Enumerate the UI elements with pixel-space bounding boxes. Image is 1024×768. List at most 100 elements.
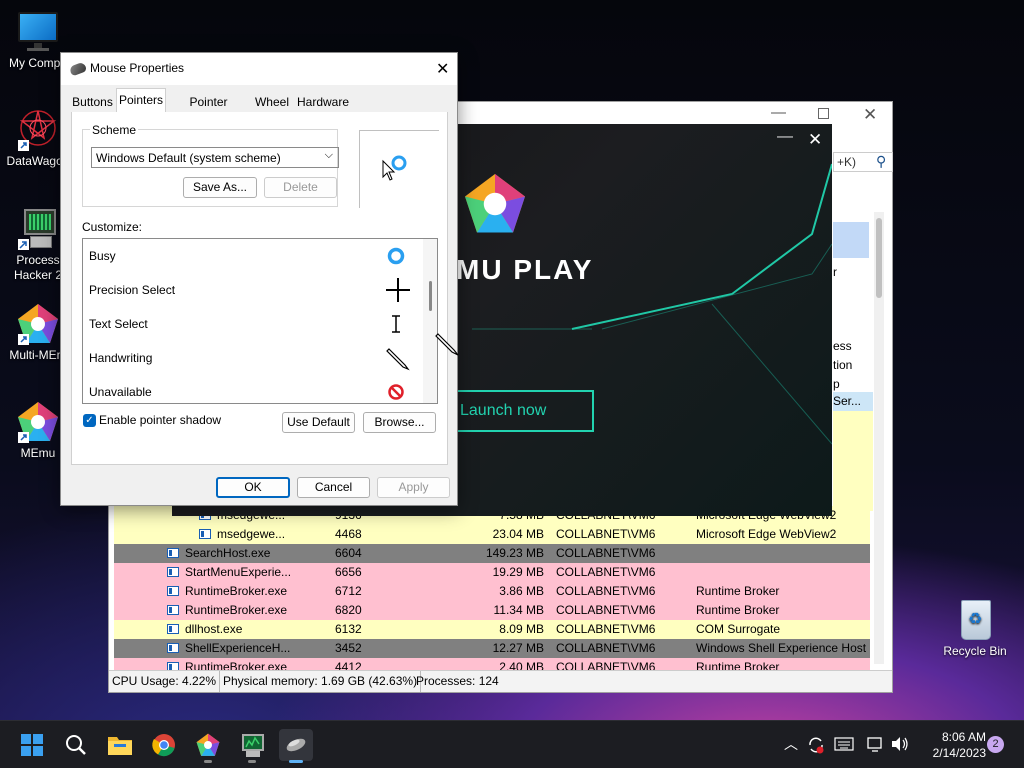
status-bar: CPU Usage: 4.22% Physical memory: 1.69 G… bbox=[109, 670, 892, 692]
datawagon-icon bbox=[16, 108, 60, 152]
close-icon[interactable]: ✕ bbox=[863, 105, 877, 125]
clock-date: 2/14/2023 bbox=[932, 746, 986, 760]
close-icon[interactable]: ✕ bbox=[808, 130, 822, 150]
cursor-row-unavailable[interactable]: Unavailable bbox=[89, 375, 429, 403]
row-fragment: r bbox=[833, 262, 871, 282]
process-hacker-icon bbox=[242, 734, 264, 757]
cancel-button[interactable]: Cancel bbox=[297, 477, 370, 498]
row-fragment: ess bbox=[833, 337, 873, 356]
shadow-checkbox[interactable]: ✓ bbox=[83, 414, 96, 427]
mouse-properties-dialog[interactable]: Mouse Properties ✕ Buttons Pointers Poin… bbox=[60, 52, 458, 506]
taskbar: ︿ 8:06 AM 2/14/2023 2 bbox=[0, 720, 1024, 768]
chrome-icon bbox=[152, 734, 175, 757]
taskbar-chrome[interactable] bbox=[147, 729, 181, 761]
minimize-icon[interactable]: — bbox=[777, 128, 793, 146]
process-name: RuntimeBroker.exe bbox=[185, 603, 288, 617]
minimize-icon[interactable]: — bbox=[771, 104, 786, 121]
tab-buttons[interactable]: Buttons bbox=[69, 90, 116, 112]
delete-button[interactable]: Delete bbox=[264, 177, 337, 198]
tab-hardware[interactable]: Hardware bbox=[295, 90, 351, 112]
process-pid: 6656 bbox=[335, 565, 362, 579]
apply-button[interactable]: Apply bbox=[377, 477, 450, 498]
unavailable-cursor-icon bbox=[388, 384, 404, 400]
table-row[interactable]: RuntimeBroker.exe 6820 11.34 MB COLLABNET\V… bbox=[114, 601, 870, 620]
save-as-button[interactable]: Save As... bbox=[183, 177, 257, 198]
notification-badge[interactable]: 2 bbox=[987, 736, 1004, 753]
table-row[interactable]: msedgewe... 4468 23.04 MB COLLABNET\VM6 Micr… bbox=[114, 525, 870, 544]
busy-cursor-icon bbox=[387, 247, 405, 265]
cursor-list[interactable]: Busy Precision Select Text Select Handwr… bbox=[82, 238, 438, 404]
use-default-button[interactable]: Use Default bbox=[282, 412, 355, 433]
memu-multi-icon bbox=[16, 302, 60, 346]
process-pid: 6132 bbox=[335, 622, 362, 636]
clock[interactable]: 8:06 AM 2/14/2023 bbox=[918, 729, 986, 761]
mouse-icon bbox=[68, 61, 88, 77]
process-description: Runtime Broker bbox=[696, 584, 780, 598]
search-button[interactable] bbox=[59, 729, 93, 761]
taskbar-process-hacker[interactable] bbox=[235, 729, 269, 763]
scheme-dropdown[interactable]: Windows Default (system scheme) ⌵ bbox=[91, 147, 339, 168]
ok-button[interactable]: OK bbox=[216, 477, 290, 498]
cursor-row-text-select[interactable]: Text Select bbox=[89, 307, 429, 341]
search-hint: +K) bbox=[837, 155, 857, 169]
monitor-icon bbox=[16, 10, 60, 54]
process-description: Runtime Broker bbox=[696, 603, 780, 617]
close-icon[interactable]: ✕ bbox=[436, 59, 449, 79]
table-row[interactable]: RuntimeBroker.exe 6712 3.86 MB COLLABNET\VM… bbox=[114, 582, 870, 601]
maximize-icon[interactable] bbox=[818, 108, 829, 119]
keyboard-icon[interactable] bbox=[834, 737, 854, 751]
process-memory: 12.27 MB bbox=[492, 641, 544, 655]
process-user: COLLABNET\VM6 bbox=[556, 527, 656, 541]
table-row[interactable]: ShellExperienceH... 3452 12.27 MB COLLABNET… bbox=[114, 639, 870, 658]
start-button[interactable] bbox=[15, 729, 49, 761]
process-count: Processes: 124 bbox=[416, 674, 499, 688]
process-memory: 19.29 MB bbox=[492, 565, 544, 579]
table-row[interactable]: SearchHost.exe 6604 149.23 MB COLLABNET\VM6 bbox=[114, 544, 870, 563]
working-cursor-preview-icon bbox=[382, 155, 407, 181]
process-memory: 149.23 MB bbox=[485, 546, 544, 560]
table-row[interactable]: StartMenuExperie... 6656 19.29 MB COLLABNET… bbox=[114, 563, 870, 582]
customize-label: Customize: bbox=[82, 220, 143, 234]
recycle-symbol-icon: ♻ bbox=[968, 611, 983, 628]
recycle-bin-icon: ♻ bbox=[953, 598, 997, 642]
mouse-icon bbox=[286, 738, 306, 752]
shadow-label: Enable pointer shadow bbox=[99, 413, 222, 427]
windows-logo-icon bbox=[21, 734, 43, 756]
browse-button[interactable]: Browse... bbox=[363, 412, 436, 433]
process-name: dllhost.exe bbox=[185, 622, 243, 636]
taskbar-memu[interactable] bbox=[191, 729, 225, 763]
cursor-row-precision-select[interactable]: Precision Select bbox=[89, 273, 429, 307]
process-memory: 11.34 MB bbox=[493, 603, 544, 617]
process-name: SearchHost.exe bbox=[185, 546, 271, 560]
tab-pointers[interactable]: Pointers bbox=[116, 88, 166, 113]
search-icon[interactable]: ⚲ bbox=[876, 153, 886, 170]
process-name: StartMenuExperie... bbox=[185, 565, 292, 579]
folder-icon bbox=[108, 737, 132, 755]
search-icon bbox=[66, 735, 86, 755]
table-row[interactable]: dllhost.exe 6132 8.09 MB COLLABNET\VM6 COM S… bbox=[114, 620, 870, 639]
volume-icon[interactable] bbox=[890, 735, 910, 753]
tab-pointer-options[interactable]: Pointer Options bbox=[168, 90, 249, 131]
tab-wheel[interactable]: Wheel bbox=[251, 90, 293, 112]
desktop-icon-recycle-bin[interactable]: ♻ Recycle Bin bbox=[937, 598, 1013, 659]
search-box[interactable]: +K) ⚲ bbox=[833, 152, 893, 172]
selected-row-highlight bbox=[833, 222, 869, 258]
cursor-row-busy[interactable]: Busy bbox=[89, 239, 429, 273]
desktop-icon-label: Recycle Bin bbox=[943, 644, 1007, 658]
memu-icon bbox=[196, 733, 220, 756]
process-name: msedgewe... bbox=[217, 527, 286, 541]
process-user: COLLABNET\VM6 bbox=[556, 546, 656, 560]
process-icon bbox=[167, 567, 179, 577]
memu-logo-icon bbox=[462, 166, 528, 245]
network-icon[interactable] bbox=[866, 735, 884, 753]
sync-alert-icon[interactable] bbox=[806, 735, 826, 755]
physical-memory: Physical memory: 1.69 GB (42.63%) bbox=[220, 671, 422, 692]
clock-time: 8:06 AM bbox=[941, 730, 986, 744]
chevron-up-icon[interactable]: ︿ bbox=[784, 734, 798, 754]
taskbar-mouse-properties[interactable] bbox=[279, 729, 313, 763]
taskbar-file-explorer[interactable] bbox=[103, 729, 137, 761]
cursor-list-scrollbar[interactable] bbox=[423, 239, 437, 403]
pen-cursor-icon bbox=[435, 333, 459, 356]
tree-scrollbar[interactable] bbox=[874, 212, 884, 664]
cursor-row-handwriting[interactable]: Handwriting bbox=[89, 341, 429, 375]
